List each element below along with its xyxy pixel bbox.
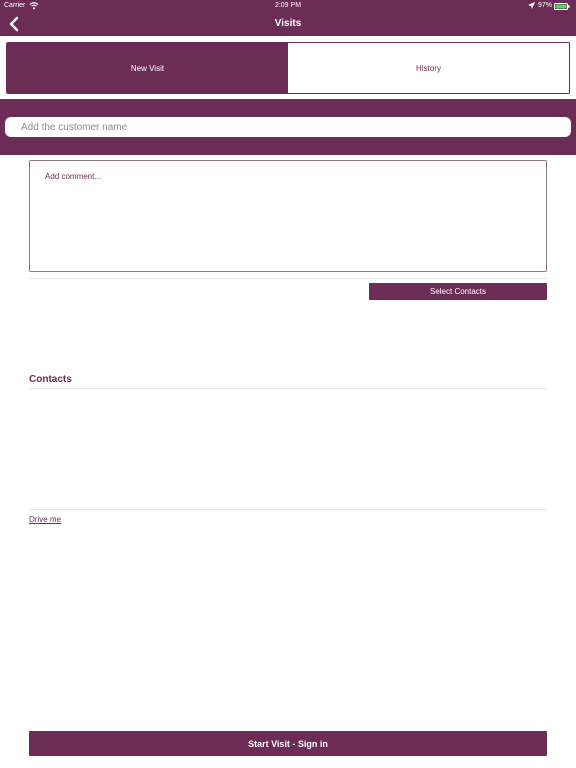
nav-bar: Visits [0,12,576,36]
battery-percentage: 97% [538,2,553,9]
contacts-heading: Contacts [29,374,72,385]
comment-textarea[interactable] [29,160,547,272]
divider [29,509,547,510]
page-title: Visits [274,18,302,29]
tab-history[interactable]: History [288,43,569,93]
location-arrow-icon [528,2,535,9]
visit-tabs: New Visit History [6,42,570,94]
drive-me-link[interactable]: Drive me [29,515,61,524]
customer-name-input[interactable] [5,117,571,137]
status-bar: Carrier 2:09 PM 97% [0,0,576,12]
status-time: 2:09 PM [274,2,302,9]
tab-new-visit[interactable]: New Visit [7,43,288,93]
select-contacts-button[interactable]: Select Contacts [369,283,547,300]
start-visit-button[interactable]: Start Visit - Sign in [29,731,547,756]
contacts-divider [29,388,547,389]
battery-icon [554,3,570,10]
divider [29,278,547,279]
customer-band [0,99,576,155]
